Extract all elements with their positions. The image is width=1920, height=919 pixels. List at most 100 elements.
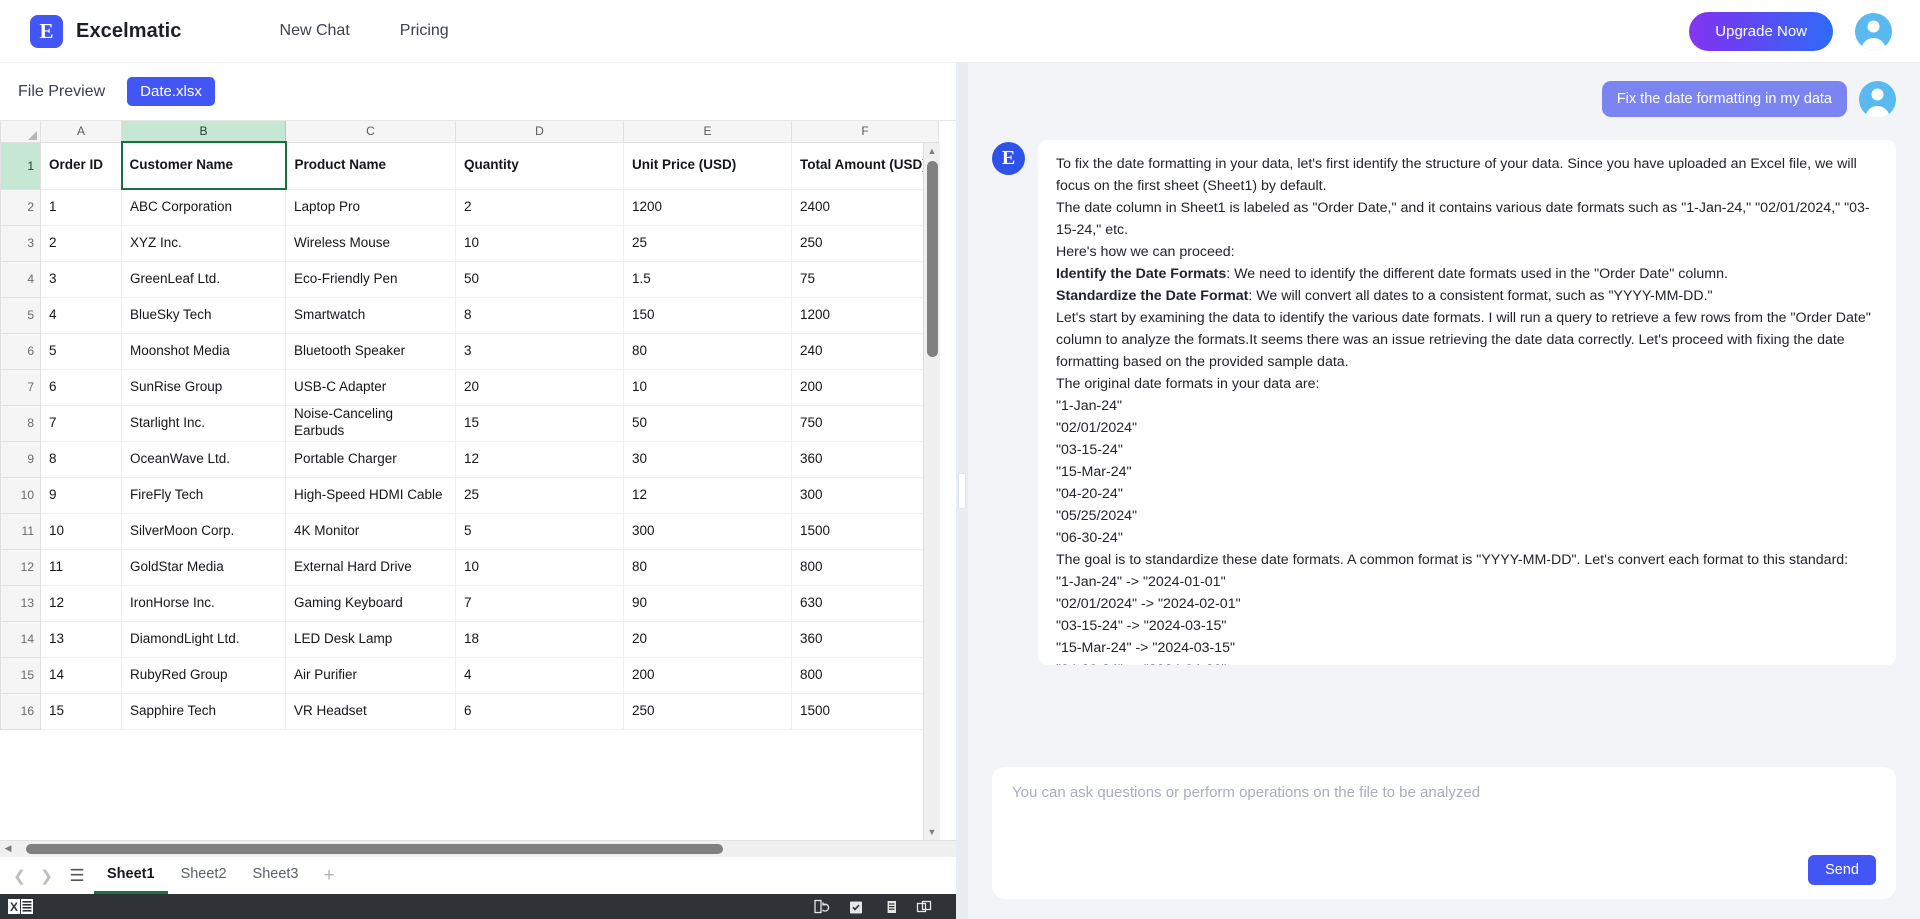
add-sheet-icon[interactable]: + (312, 865, 347, 887)
previous-sheet-icon[interactable]: ❮ (6, 867, 33, 885)
next-sheet-icon[interactable]: ❯ (33, 867, 60, 885)
row-header[interactable]: 6 (1, 333, 41, 369)
grid-horizontal-scroll-thumb[interactable] (26, 844, 723, 854)
grid-cell[interactable]: SunRise Group (122, 369, 286, 405)
grid-cell[interactable]: 800 (792, 657, 939, 693)
user-avatar[interactable] (1855, 13, 1892, 50)
grid-cell[interactable]: 250 (624, 693, 792, 729)
grid-cell[interactable]: Bluetooth Speaker (286, 333, 456, 369)
row-header[interactable]: 15 (1, 657, 41, 693)
grid-cell[interactable]: 7 (456, 585, 624, 621)
grid-cell[interactable]: Starlight Inc. (122, 405, 286, 441)
row-header[interactable]: 7 (1, 369, 41, 405)
scroll-down-arrow-icon[interactable]: ▼ (924, 824, 940, 840)
grid-cell[interactable]: Laptop Pro (286, 189, 456, 225)
nav-pricing[interactable]: Pricing (400, 22, 449, 40)
grid-cell[interactable]: 9 (41, 477, 122, 513)
grid-cell[interactable]: 4K Monitor (286, 513, 456, 549)
document-view-icon[interactable] (882, 899, 898, 915)
grid-cell[interactable]: 360 (792, 441, 939, 477)
grid-cell[interactable]: VR Headset (286, 693, 456, 729)
column-header-f[interactable]: F (792, 121, 939, 142)
column-header-a[interactable]: A (41, 121, 122, 142)
grid-cell[interactable]: 8 (456, 297, 624, 333)
grid-cell[interactable]: 1500 (792, 513, 939, 549)
grid-cell[interactable]: GreenLeaf Ltd. (122, 261, 286, 297)
grid-cell[interactable]: 12 (624, 477, 792, 513)
brand-logo[interactable]: E Excelmatic (30, 15, 182, 48)
grid-cell[interactable]: 30 (624, 441, 792, 477)
grid-cell[interactable]: 15 (41, 693, 122, 729)
grid-cell[interactable]: Wireless Mouse (286, 225, 456, 261)
row-header[interactable]: 1 (1, 142, 41, 189)
row-header[interactable]: 9 (1, 441, 41, 477)
grid-cell[interactable]: 800 (792, 549, 939, 585)
grid-cell[interactable]: Air Purifier (286, 657, 456, 693)
sheet-tab-sheet2[interactable]: Sheet2 (168, 858, 240, 894)
grid-cell[interactable]: 25 (456, 477, 624, 513)
grid-cell[interactable]: 11 (41, 549, 122, 585)
file-tab-date-xlsx[interactable]: Date.xlsx (127, 77, 215, 106)
grid-cell[interactable]: RubyRed Group (122, 657, 286, 693)
grid-cell[interactable]: 240 (792, 333, 939, 369)
grid-cell[interactable]: Noise-Canceling Earbuds (286, 405, 456, 441)
scroll-left-arrow-icon[interactable]: ◀ (0, 843, 16, 854)
header-cell[interactable]: Total Amount (USD) (792, 142, 939, 189)
grid-cell[interactable]: 10 (456, 549, 624, 585)
grid-cell[interactable]: DiamondLight Ltd. (122, 621, 286, 657)
grid-vertical-scrollbar[interactable]: ▲ ▼ (923, 143, 940, 840)
grid-cell[interactable]: 50 (624, 405, 792, 441)
row-header[interactable]: 2 (1, 189, 41, 225)
row-header[interactable]: 10 (1, 477, 41, 513)
grid-cell[interactable]: 1500 (792, 693, 939, 729)
pane-splitter[interactable] (956, 63, 968, 919)
grid-cell[interactable]: 20 (624, 621, 792, 657)
row-header[interactable]: 5 (1, 297, 41, 333)
row-header[interactable]: 8 (1, 405, 41, 441)
grid-cell[interactable]: 4 (456, 657, 624, 693)
grid-cell[interactable]: Sapphire Tech (122, 693, 286, 729)
grid-cell[interactable]: 90 (624, 585, 792, 621)
grid-cell[interactable]: 50 (456, 261, 624, 297)
grid-cell[interactable]: 200 (624, 657, 792, 693)
grid-cell[interactable]: 7 (41, 405, 122, 441)
grid-cell[interactable]: 12 (456, 441, 624, 477)
grid-cell[interactable]: 630 (792, 585, 939, 621)
spreadsheet-grid[interactable]: A B C D E F 1Order IDCustomer NameProduc… (0, 121, 939, 730)
chat-input[interactable] (1012, 784, 1876, 855)
row-header[interactable]: 12 (1, 549, 41, 585)
grid-cell[interactable]: 12 (41, 585, 122, 621)
scroll-up-arrow-icon[interactable]: ▲ (924, 143, 940, 159)
task-checklist-icon[interactable] (848, 899, 864, 915)
grid-cell[interactable]: 4 (41, 297, 122, 333)
grid-cell[interactable]: 80 (624, 333, 792, 369)
grid-vertical-scroll-thumb[interactable] (927, 161, 938, 357)
grid-cell[interactable]: XYZ Inc. (122, 225, 286, 261)
grid-cell[interactable]: ABC Corporation (122, 189, 286, 225)
grid-horizontal-scroll-track[interactable] (16, 841, 923, 857)
grid-cell[interactable]: 1 (41, 189, 122, 225)
grid-cell[interactable]: 10 (456, 225, 624, 261)
grid-cell[interactable]: 75 (792, 261, 939, 297)
column-header-b[interactable]: B (122, 121, 286, 142)
nav-new-chat[interactable]: New Chat (280, 22, 350, 40)
grid-cell[interactable]: 3 (41, 261, 122, 297)
grid-cell[interactable]: High-Speed HDMI Cable (286, 477, 456, 513)
sheet-list-menu-icon[interactable]: ☰ (60, 866, 94, 886)
grid-cell[interactable]: 300 (792, 477, 939, 513)
grid-cell[interactable]: Moonshot Media (122, 333, 286, 369)
grid-cell[interactable]: 8 (41, 441, 122, 477)
grid-cell[interactable]: 3 (456, 333, 624, 369)
grid-cell[interactable]: 2 (41, 225, 122, 261)
grid-cell[interactable]: 80 (624, 549, 792, 585)
grid-cell[interactable]: SilverMoon Corp. (122, 513, 286, 549)
grid-cell[interactable]: 10 (41, 513, 122, 549)
select-all-corner[interactable] (1, 121, 41, 142)
cell-b1-selected[interactable]: Customer Name (122, 142, 286, 189)
grid-cell[interactable]: 750 (792, 405, 939, 441)
grid-cell[interactable]: Eco-Friendly Pen (286, 261, 456, 297)
grid-cell[interactable]: 1200 (792, 297, 939, 333)
column-header-c[interactable]: C (286, 121, 456, 142)
grid-cell[interactable]: 360 (792, 621, 939, 657)
grid-cell[interactable]: 6 (456, 693, 624, 729)
